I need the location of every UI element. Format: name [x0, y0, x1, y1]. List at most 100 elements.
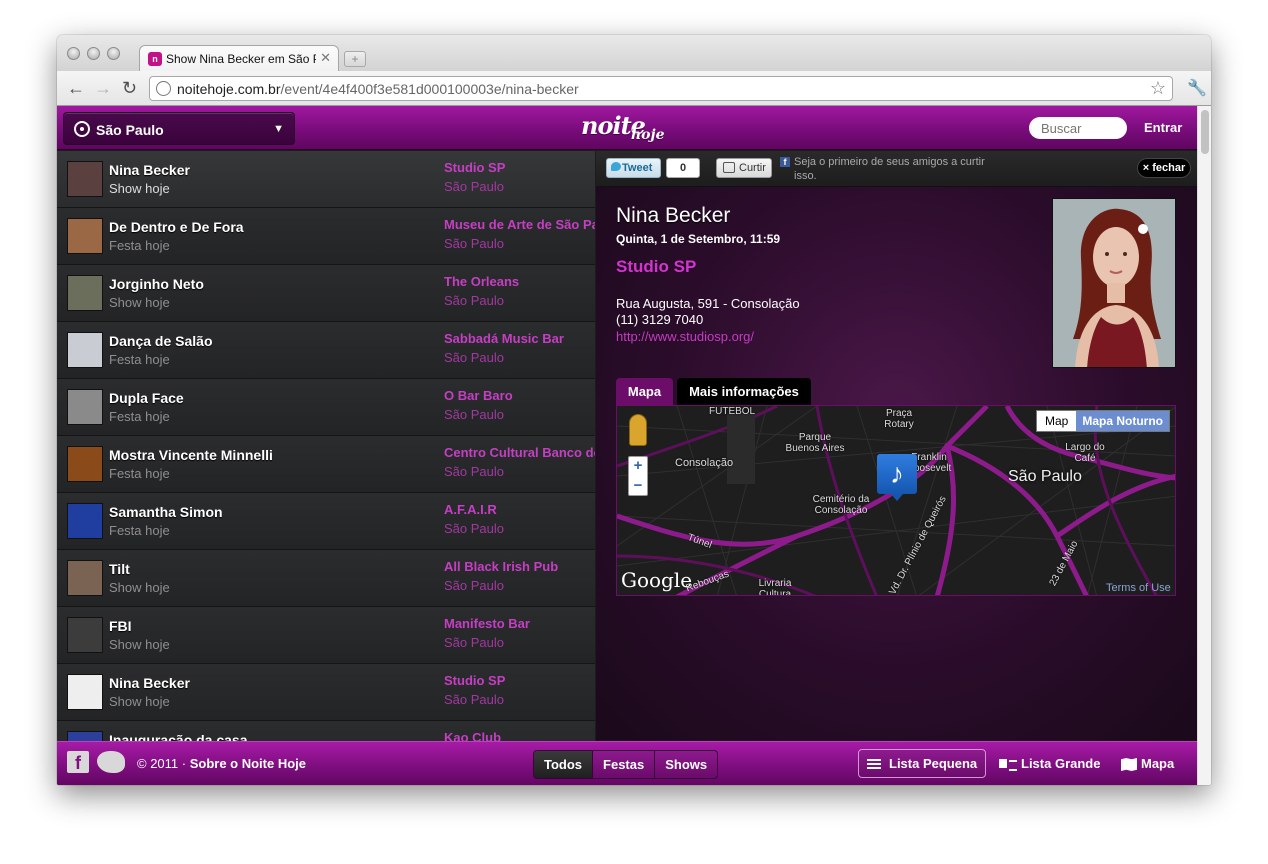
event-thumbnail — [67, 446, 103, 482]
view-map-button[interactable]: Mapa — [1121, 749, 1174, 778]
event-item-city: São Paulo — [444, 350, 504, 365]
event-list-item[interactable]: FBI Show hoje Manifesto Bar São Paulo — [57, 607, 595, 664]
google-logo: Google — [621, 568, 693, 592]
filter-shows-button[interactable]: Shows — [654, 751, 718, 778]
page-scrollbar[interactable] — [1197, 106, 1211, 785]
event-list-item[interactable]: De Dentro e De Fora Festa hoje Museu de Ar… — [57, 208, 595, 265]
zoom-window-button[interactable] — [107, 47, 120, 60]
scrollbar-thumb[interactable] — [1201, 110, 1209, 154]
event-venue-link[interactable]: Studio SP — [616, 257, 696, 277]
music-note-marker-icon[interactable]: ♪ — [877, 454, 917, 501]
minimize-window-button[interactable] — [87, 47, 100, 60]
map-streets — [617, 406, 1175, 595]
reload-icon[interactable]: ↻ — [122, 78, 137, 99]
event-item-type: Festa hoje — [109, 466, 170, 481]
event-title: Nina Becker — [616, 204, 731, 227]
new-tab-button[interactable]: + — [344, 51, 366, 67]
map-type-toggle: Map Mapa Noturno — [1036, 410, 1171, 432]
event-item-venue[interactable]: Kao Club — [444, 730, 595, 741]
event-item-venue[interactable]: O Bar Baro — [444, 388, 595, 403]
tweet-button[interactable]: Tweet — [606, 158, 661, 178]
thumbs-up-icon — [723, 162, 735, 173]
site-header: São Paulo ▼ noite hoje Entrar — [57, 106, 1197, 150]
event-list-item[interactable]: Nina Becker Show hoje Studio SP São Paulo — [57, 151, 595, 208]
city-label: São Paulo — [96, 122, 164, 138]
tweet-count: 0 — [666, 158, 700, 178]
event-item-venue[interactable]: Museu de Arte de São Pa — [444, 217, 595, 232]
event-list-item[interactable]: Nina Becker Show hoje Studio SP São Paulo — [57, 664, 595, 721]
map-label-largo: Largo do Café — [1065, 442, 1105, 464]
event-thumbnail — [67, 218, 103, 254]
browser-tab[interactable]: n Show Nina Becker em São Pa ✕ — [139, 45, 339, 72]
bookmark-star-icon[interactable]: ☆ — [1150, 78, 1166, 99]
globe-icon — [156, 81, 171, 96]
event-item-venue[interactable]: Studio SP — [444, 160, 595, 175]
map-label-consolacao: Consolação — [675, 457, 734, 469]
map-label-livraria: Livraria Cultura — [758, 578, 792, 596]
title-bar: n Show Nina Becker em São Pa ✕ + — [57, 35, 1211, 72]
event-item-venue[interactable]: The Orleans — [444, 274, 595, 289]
event-item-venue[interactable]: Centro Cultural Banco do — [444, 445, 595, 460]
url-path: /event/4e4f400f3e581d000100003e/nina-bec… — [280, 81, 579, 97]
like-button[interactable]: Curtir — [716, 158, 772, 178]
tab-map[interactable]: Mapa — [616, 378, 673, 405]
map-type-map-button[interactable]: Map — [1037, 411, 1077, 431]
close-detail-button[interactable]: × fechar — [1137, 158, 1191, 178]
site-footer: f © 2011 · Sobre o Noite Hoje Todos Fest… — [57, 741, 1197, 785]
artist-photo — [1052, 198, 1176, 368]
like-text: Seja o primeiro de seus amigos a curtir … — [794, 156, 985, 182]
site-logo[interactable]: noite hoje — [577, 111, 677, 147]
tab-close-icon[interactable]: ✕ — [320, 50, 331, 66]
wrench-icon[interactable]: 🔧 — [1187, 78, 1207, 98]
copyright-text: © 2011 · — [137, 756, 187, 771]
view-small-list-button[interactable]: Lista Pequena — [858, 749, 986, 778]
event-thumbnail — [67, 674, 103, 710]
event-item-venue[interactable]: A.F.A.I.R — [444, 502, 595, 517]
street-view-pegman-icon[interactable] — [629, 414, 647, 446]
back-arrow-icon[interactable]: ← — [67, 78, 85, 99]
facebook-icon[interactable]: f — [67, 751, 89, 773]
zoom-out-button[interactable]: − — [629, 477, 647, 497]
venue-map[interactable]: FUTEBOL Praça Rotary Parque Buenos Aires… — [616, 405, 1176, 596]
view-large-list-button[interactable]: Lista Grande — [999, 749, 1100, 778]
login-link[interactable]: Entrar — [1144, 120, 1182, 135]
event-list-item[interactable]: Dança de Salão Festa hoje Sabbadá Music Ba… — [57, 322, 595, 379]
event-item-venue[interactable]: Manifesto Bar — [444, 616, 595, 631]
event-detail-panel: Tweet 0 Curtir f Seja o primeiro de seus… — [596, 151, 1197, 741]
terms-of-use-link[interactable]: Terms of Use — [1106, 582, 1171, 594]
map-type-night-button[interactable]: Mapa Noturno — [1076, 411, 1170, 431]
event-list-item[interactable]: Samantha Simon Festa hoje A.F.A.I.R São Pau… — [57, 493, 595, 550]
event-list-item[interactable]: Jorginho Neto Show hoje The Orleans São Pau… — [57, 265, 595, 322]
event-item-title: Tilt — [109, 561, 130, 577]
event-item-city: São Paulo — [444, 464, 504, 479]
close-window-button[interactable] — [67, 47, 80, 60]
site-favicon-icon: n — [148, 52, 162, 66]
event-item-title: Mostra Vincente Minnelli — [109, 447, 273, 463]
tab-more-info[interactable]: Mais informações — [677, 378, 811, 405]
view-large-label: Lista Grande — [1021, 756, 1101, 771]
event-list-item[interactable]: Inauguração da casaFesta hojeKao ClubSão… — [57, 721, 595, 741]
address-bar[interactable]: noitehoje.com.br/event/4e4f400f3e581d000… — [149, 76, 1173, 101]
filter-todos-button[interactable]: Todos — [534, 751, 593, 778]
artist-photo-image — [1053, 199, 1175, 367]
city-selector[interactable]: São Paulo ▼ — [63, 112, 295, 145]
map-label-parque: Parque Buenos Aires — [785, 432, 845, 454]
venue-website-link[interactable]: http://www.studiosp.org/ — [616, 329, 754, 344]
event-list-item[interactable]: Dupla Face Festa hoje O Bar Baro São Paulo — [57, 379, 595, 436]
zoom-in-button[interactable]: + — [629, 457, 647, 477]
filter-segmented-control: Todos Festas Shows — [533, 750, 719, 779]
search-input[interactable] — [1029, 117, 1127, 139]
event-list-item[interactable]: Tilt Show hoje All Black Irish Pub São Paul… — [57, 550, 595, 607]
copyright: © 2011 · Sobre o Noite Hoje — [137, 756, 306, 771]
twitter-icon[interactable] — [97, 751, 125, 773]
about-link[interactable]: Sobre o Noite Hoje — [190, 756, 306, 771]
filter-festas-button[interactable]: Festas — [592, 751, 655, 778]
event-thumbnail — [67, 503, 103, 539]
event-thumbnail — [67, 161, 103, 197]
event-item-venue[interactable]: Studio SP — [444, 673, 595, 688]
forward-arrow-icon[interactable]: → — [94, 78, 112, 99]
event-item-venue[interactable]: All Black Irish Pub — [444, 559, 595, 574]
event-list-item[interactable]: Mostra Vincente Minnelli Festa hoje Centro… — [57, 436, 595, 493]
venue-phone: (11) 3129 7040 — [616, 312, 704, 327]
event-item-venue[interactable]: Sabbadá Music Bar — [444, 331, 595, 346]
